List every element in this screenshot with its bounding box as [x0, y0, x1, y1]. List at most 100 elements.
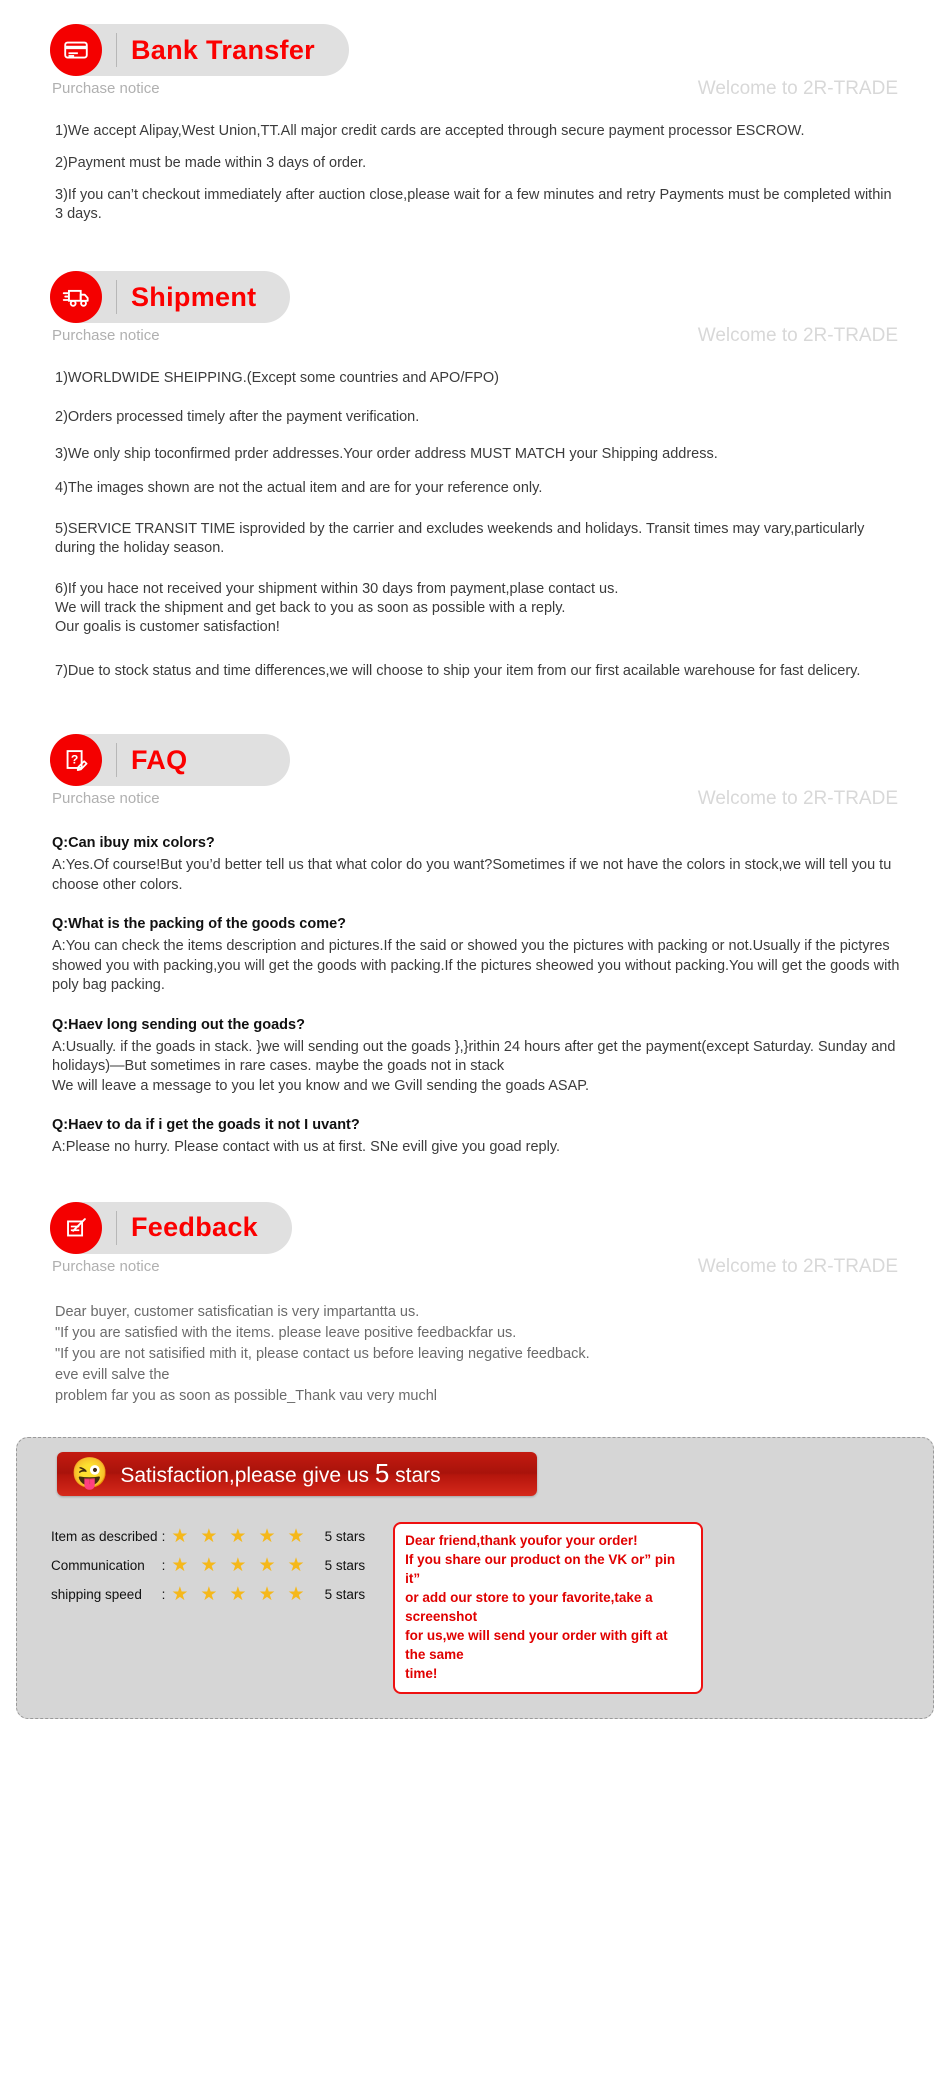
- star-icon: ★: [229, 1554, 247, 1576]
- feedback-body: Dear buyer, customer satisficatian is ve…: [55, 1302, 900, 1407]
- star-icon: ★: [258, 1554, 276, 1576]
- faq-answer: A:Yes.Of course!But you’d better tell us…: [52, 857, 892, 893]
- shipment-subrow: Purchase notice Welcome to 2R-TRADE: [0, 325, 950, 355]
- section-feedback: Feedback Purchase notice Welcome to 2R-T…: [0, 1201, 950, 1407]
- rating-stars: ★ ★ ★ ★ ★: [171, 1580, 324, 1609]
- faq-answer: A:You can check the items description an…: [52, 938, 900, 993]
- rating-label: Communication: [51, 1557, 145, 1573]
- rating-stars: ★ ★ ★ ★ ★: [171, 1522, 324, 1551]
- faq-question: Q:Can ibuy mix colors?: [52, 835, 215, 851]
- star-icon: ★: [171, 1554, 189, 1576]
- feedback-line: Dear buyer, customer satisficatian is ve…: [55, 1303, 420, 1320]
- feedback-banner: Feedback: [50, 1201, 292, 1254]
- feedback-line: "If you are not satisified mith it, plea…: [55, 1345, 590, 1362]
- share-promo-note: Dear friend,thank youfor your order! If …: [393, 1521, 704, 1694]
- satisfaction-title-number: 5: [374, 1458, 390, 1488]
- purchase-notice-label: Purchase notice: [52, 790, 160, 807]
- section-bank-transfer: Bank Transfer Purchase notice Welcome to…: [0, 24, 950, 224]
- feedback-subrow: Purchase notice Welcome to 2R-TRADE: [0, 1256, 950, 1286]
- satisfaction-body: Item as described : ★ ★ ★ ★ ★ 5 stars Commun…: [35, 1521, 915, 1694]
- shipment-title: Shipment: [131, 281, 257, 312]
- bank-paragraph-2: 2)Payment must be made within 3 days of …: [55, 155, 367, 171]
- rating-table: Item as described : ★ ★ ★ ★ ★ 5 stars Commun…: [51, 1522, 365, 1609]
- star-icon: ★: [258, 1583, 276, 1605]
- edit-document-icon: [50, 1201, 102, 1254]
- bank-subrow: Purchase notice Welcome to 2R-TRADE: [0, 78, 950, 108]
- feedback-line: problem far you as soon as possible_Than…: [55, 1387, 438, 1404]
- rating-count: 5 stars: [324, 1586, 366, 1602]
- table-row: Item as described : ★ ★ ★ ★ ★ 5 stars: [51, 1522, 365, 1551]
- faq-banner: ? FAQ: [50, 734, 290, 786]
- faq-question: Q:What is the packing of the goods come?: [52, 916, 347, 932]
- welcome-watermark: Welcome to 2R-TRADE: [697, 788, 898, 809]
- banner-divider: [116, 1210, 117, 1245]
- faq-question: Q:Haev to da if i get the goads it not I…: [52, 1117, 360, 1133]
- shipment-paragraph-5: 5)SERVICE TRANSIT TIME isprovided by the…: [55, 521, 865, 556]
- welcome-watermark: Welcome to 2R-TRADE: [697, 78, 898, 99]
- purchase-notice-label: Purchase notice: [52, 1257, 160, 1275]
- rating-stars: ★ ★ ★ ★ ★: [171, 1551, 324, 1580]
- purchase-notice-label: Purchase notice: [52, 327, 160, 344]
- faq-title: FAQ: [131, 744, 188, 775]
- star-icon: ★: [200, 1525, 218, 1547]
- rating-colon: :: [161, 1528, 166, 1544]
- faq-list: Q:Can ibuy mix colors? A:Yes.Of course!B…: [52, 834, 900, 1158]
- faq-item: Q:Haev long sending out the goads? A:Usu…: [52, 1016, 900, 1097]
- table-row: Communication : ★ ★ ★ ★ ★ 5 stars: [51, 1551, 365, 1580]
- star-icon: ★: [229, 1525, 247, 1547]
- rating-count: 5 stars: [324, 1557, 366, 1573]
- rating-colon: :: [161, 1557, 166, 1573]
- satisfaction-card: 😜 Satisfaction,please give us 5 stars It…: [16, 1436, 934, 1719]
- shipment-banner: Shipment: [50, 271, 291, 323]
- welcome-watermark: Welcome to 2R-TRADE: [697, 325, 898, 346]
- shipment-body: 1)WORLDWIDE SHEIPPING.(Except some count…: [55, 369, 900, 681]
- bank-paragraph-1: 1)We accept Alipay,West Union,TT.All maj…: [55, 123, 805, 139]
- shipment-paragraph-2: 2)Orders processed timely after the paym…: [55, 409, 420, 425]
- faq-subrow: Purchase notice Welcome to 2R-TRADE: [0, 788, 950, 818]
- credit-card-icon: [50, 24, 102, 76]
- satisfaction-title-suffix: stars: [389, 1464, 441, 1487]
- star-icon: ★: [171, 1583, 189, 1605]
- question-document-pencil-icon: ?: [50, 734, 102, 786]
- banner-divider: [116, 33, 117, 67]
- feedback-title: Feedback: [131, 1212, 258, 1242]
- star-icon: ★: [287, 1583, 305, 1605]
- satisfaction-banner: 😜 Satisfaction,please give us 5 stars: [57, 1451, 537, 1496]
- star-icon: ★: [287, 1554, 305, 1576]
- faq-question: Q:Haev long sending out the goads?: [52, 1016, 305, 1033]
- banner-divider: [116, 743, 117, 777]
- faq-item: Q:Haev to da if i get the goads it not I…: [52, 1116, 900, 1158]
- purchase-notice-label: Purchase notice: [52, 80, 160, 97]
- faq-item: Q:Can ibuy mix colors? A:Yes.Of course!B…: [52, 834, 900, 895]
- rating-label: Item as described: [51, 1528, 158, 1544]
- welcome-watermark: Welcome to 2R-TRADE: [697, 1255, 898, 1277]
- smiley-tongue-emoji: 😜: [71, 1456, 109, 1490]
- bank-paragraph-3: 3)If you can’t checkout immediately afte…: [55, 187, 892, 222]
- rating-colon: :: [161, 1586, 166, 1602]
- satisfaction-title-prefix: Satisfaction,please give us: [120, 1464, 375, 1487]
- star-icon: ★: [229, 1583, 247, 1605]
- faq-item: Q:What is the packing of the goods come?…: [52, 915, 900, 996]
- shipment-paragraph-7: 7)Due to stock status and time differenc…: [55, 663, 861, 679]
- rating-count: 5 stars: [324, 1528, 366, 1544]
- shipment-paragraph-6: 6)If you hace not received your shipment…: [55, 581, 619, 635]
- svg-text:?: ?: [71, 752, 78, 766]
- share-promo-text: Dear friend,thank youfor your order! If …: [405, 1532, 676, 1681]
- faq-answer: A:Please no hurry. Please contact with u…: [52, 1139, 561, 1155]
- bank-transfer-body: 1)We accept Alipay,West Union,TT.All maj…: [55, 122, 900, 224]
- page-root: Bank Transfer Purchase notice Welcome to…: [0, 0, 950, 1719]
- section-shipment: Shipment Purchase notice Welcome to 2R-T…: [0, 271, 950, 681]
- delivery-truck-icon: [50, 271, 102, 323]
- bank-transfer-title: Bank Transfer: [131, 34, 315, 65]
- feedback-line: eve evill salve the: [55, 1366, 170, 1383]
- rating-label: shipping speed: [51, 1586, 142, 1602]
- banner-divider: [116, 280, 117, 314]
- section-faq: ? FAQ Purchase notice Welcome to 2R-TRAD…: [0, 734, 950, 1158]
- shipment-paragraph-1: 1)WORLDWIDE SHEIPPING.(Except some count…: [55, 370, 499, 386]
- star-icon: ★: [287, 1525, 305, 1547]
- shipment-paragraph-4: 4)The images shown are not the actual it…: [55, 480, 543, 496]
